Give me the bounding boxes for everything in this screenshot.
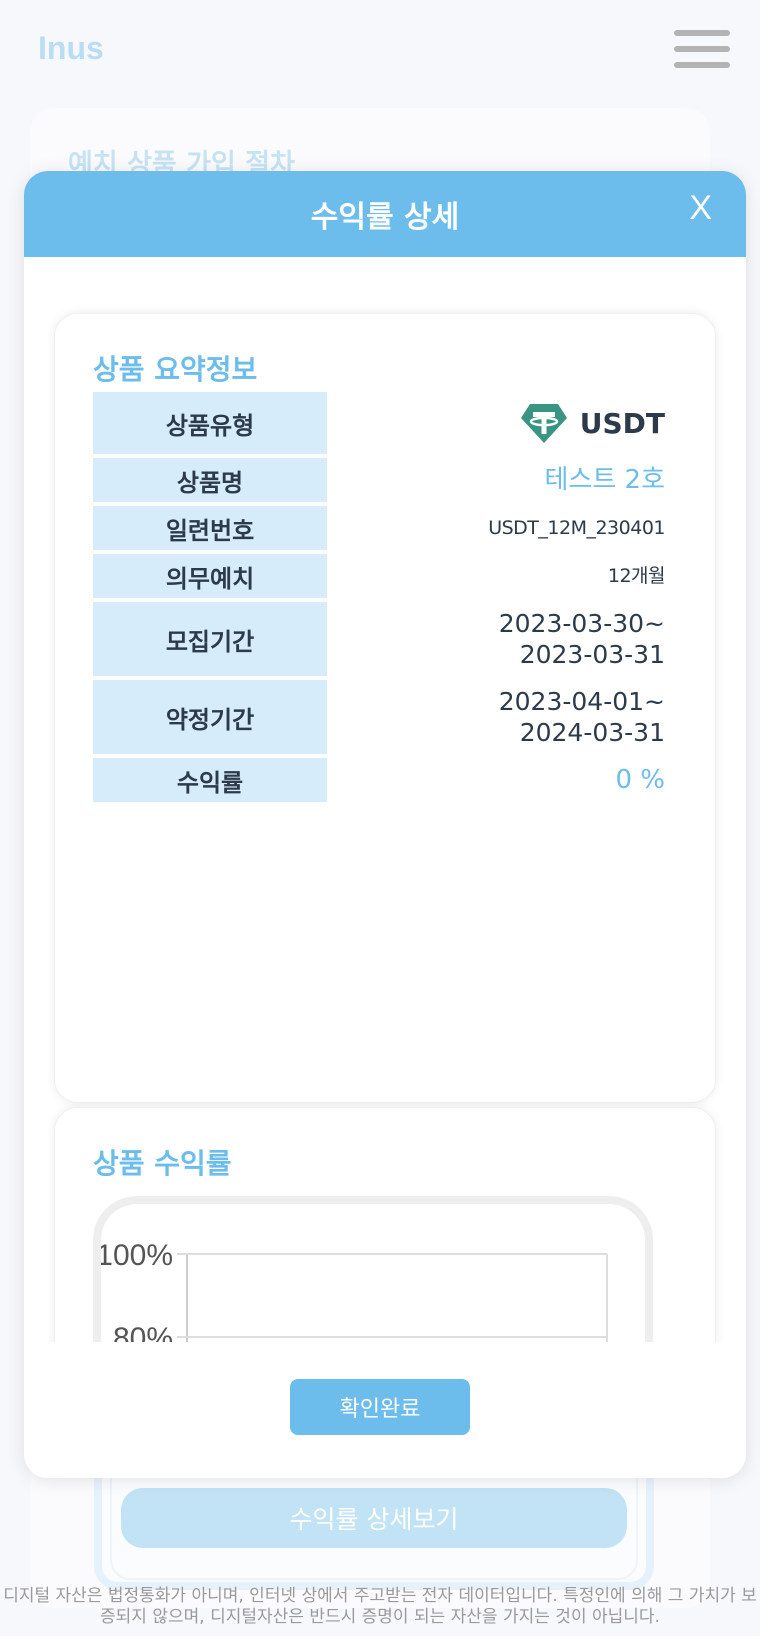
recruit-period-value: 2023-03-30~ 2023-03-31: [327, 608, 665, 670]
row-label: 일련번호: [93, 506, 327, 550]
row-label: 수익률: [93, 758, 327, 802]
usdt-icon: [520, 404, 567, 443]
row-label: 의무예치: [93, 554, 327, 598]
summary-title: 상품 요약정보: [93, 353, 258, 386]
summary-card: 상품 요약정보 상품유형 USDT 상품명 테스트 2호 일련번호 USDT_1…: [54, 313, 716, 1103]
serial-value: USDT_12M_230401: [488, 516, 665, 539]
row-serial: 일련번호 USDT_12M_230401: [93, 506, 666, 550]
row-term-period: 약정기간 2023-04-01~ 2024-03-31: [93, 680, 665, 754]
term-start: 2023-04-01~: [498, 687, 665, 716]
close-button[interactable]: X: [689, 189, 712, 228]
chart-y-tick-label: 100%: [101, 1239, 173, 1272]
term-end: 2024-03-31: [519, 718, 665, 747]
summary-table: 상품유형 USDT 상품명 테스트 2호 일련번호 USDT_12M_23040…: [93, 392, 666, 806]
yield-chart-card: 상품 수익률 100% 80%: [54, 1107, 716, 1342]
modal-body[interactable]: 상품 요약정보 상품유형 USDT 상품명 테스트 2호 일련번호 USDT_1…: [24, 257, 746, 1342]
recruit-start: 2023-03-30~: [498, 609, 665, 638]
row-label: 상품유형: [93, 392, 327, 454]
yield-section-title: 상품 수익률: [93, 1147, 232, 1180]
modal-title: 수익률 상세: [310, 200, 460, 235]
row-recruit-period: 모집기간 2023-03-30~ 2023-03-31: [93, 602, 665, 676]
yield-detail-modal: 수익률 상세 X 상품 요약정보 상품유형 USDT 상품명 테스트 2호 일련…: [24, 171, 746, 1478]
lock-period-value: 12개월: [607, 564, 666, 587]
yield-chart-svg: 100% 80%: [101, 1239, 608, 1342]
row-product-name: 상품명 테스트 2호: [93, 458, 665, 502]
row-label: 모집기간: [93, 602, 327, 676]
confirm-button[interactable]: 확인완료: [290, 1379, 470, 1435]
row-yield: 수익률 0 %: [93, 758, 665, 802]
recruit-end: 2023-03-31: [519, 640, 665, 669]
product-type-value: USDT: [579, 406, 665, 440]
row-lock-period: 의무예치 12개월: [93, 554, 666, 598]
product-name-value: 테스트 2호: [544, 464, 666, 495]
row-label: 약정기간: [93, 680, 327, 754]
chart-y-tick-label: 80%: [113, 1322, 173, 1342]
modal-header: 수익률 상세 X: [24, 171, 746, 257]
yield-value: 0 %: [615, 764, 665, 795]
modal-footer: 확인완료: [24, 1342, 746, 1478]
row-product-type: 상품유형 USDT: [93, 392, 665, 454]
yield-chart: 100% 80%: [93, 1196, 653, 1342]
term-period-value: 2023-04-01~ 2024-03-31: [327, 686, 665, 748]
row-value: USDT: [327, 402, 665, 444]
row-label: 상품명: [93, 458, 327, 502]
